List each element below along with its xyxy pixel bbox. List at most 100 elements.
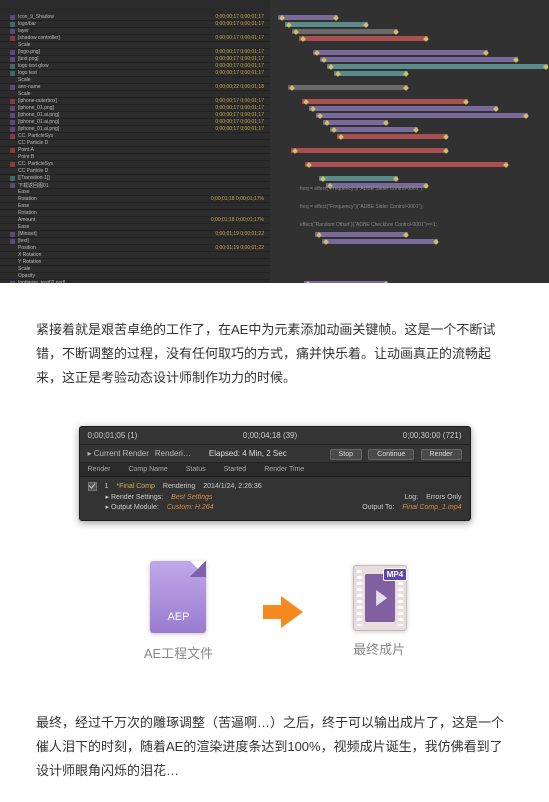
- mp4-file-icon: MP4: [353, 565, 405, 629]
- col-comp: Comp Name: [128, 466, 167, 473]
- layer-bar: [285, 22, 368, 27]
- expression-text: freq = effect("Frequency")("ADBE Slider …: [300, 186, 423, 192]
- layer-row: CC. ParticleSys: [0, 161, 270, 168]
- layer-bar: [315, 232, 408, 237]
- layer-row: CC Particle D: [0, 140, 270, 147]
- layer-row: Ease: [0, 203, 270, 210]
- layer-bar: [304, 281, 388, 283]
- layer-row: Y Rotation: [0, 259, 270, 266]
- layer-bar: [334, 71, 408, 76]
- render-status: Rendering: [163, 483, 195, 490]
- col-started: Started: [224, 466, 247, 473]
- layer-row: Point A: [0, 147, 270, 154]
- layer-row: CC Particle D: [0, 168, 270, 175]
- layer-row: Rotation: [0, 210, 270, 217]
- output-to-value[interactable]: Final Comp_1.mp4: [402, 504, 461, 511]
- layer-row: Position0;00;01;19 0;00;01;22: [0, 245, 270, 252]
- layer-row: Scale: [0, 77, 270, 84]
- render-time-current: 0;00;04;18 (39): [243, 431, 297, 440]
- layer-row: Ease: [0, 189, 270, 196]
- layer-bar: [323, 120, 388, 125]
- timeline-graph-panel: freq = effect("Frequency")("ADBE Slider …: [270, 0, 549, 283]
- expression-text: effect("Random Offset")("ADBE Checkbox C…: [300, 222, 437, 228]
- elapsed-label: Elapsed: 4 Min, 2 Sec: [209, 449, 287, 458]
- layer-row: [text]: [0, 238, 270, 245]
- layer-row: [logo.png]0;00;00;17 0;00;01;17: [0, 49, 270, 56]
- layer-bar: [288, 85, 408, 90]
- layer-row: Opacity: [0, 273, 270, 280]
- layer-bar: [320, 57, 518, 62]
- layer-bar: [309, 106, 498, 111]
- layer-row: layer: [0, 28, 270, 35]
- aep-file-icon: AEP: [150, 561, 206, 633]
- rendering-label: Renderi…: [155, 449, 191, 458]
- layer-row: Scale: [0, 266, 270, 273]
- expression-text: freq = effect("Frequency")("ADBE Slider …: [300, 204, 423, 210]
- layer-row: logo text glow0;00;00;17 0;00;01;17: [0, 63, 270, 70]
- layer-row: [iphone_01.png]0;00;00;17 0;00;01;17: [0, 105, 270, 112]
- layer-bar: [327, 64, 548, 69]
- aep-file-label: AE工程文件: [144, 643, 213, 662]
- timeline-layer-panel: Icon_9_Shadow0;00;00;17 0;00;01;17logo/b…: [0, 0, 271, 283]
- col-status: Status: [186, 466, 206, 473]
- render-status-row: ▸ Current Render Renderi… Elapsed: 4 Min…: [80, 445, 470, 463]
- article-paragraph-2: 最终，经过千万次的雕琢调整（苦逼啊…）之后，终于可以输出成片了，这是一个催人泪下…: [0, 675, 549, 789]
- render-settings-label: ▸ Render Settings:: [106, 493, 164, 501]
- render-checkbox-icon[interactable]: [88, 482, 97, 491]
- aep-file-col: AEP AE工程文件: [144, 561, 213, 662]
- render-queue-header: Render Comp Name Status Started Render T…: [80, 463, 470, 477]
- file-conversion-row: AEP AE工程文件 MP4 最终成片: [0, 561, 549, 662]
- article-paragraph-1: 紧接着就是艰苦卓绝的工作了，在AE中为元素添加动画关键帧。这是一个不断试错，不断…: [0, 296, 549, 396]
- layer-bar: [299, 36, 428, 41]
- layer-bar: [302, 99, 468, 104]
- layer-row: X Rotation: [0, 252, 270, 259]
- render-time-start: 0;00;01;05 (1): [88, 431, 138, 440]
- layer-row: [iphone_01.ai.png]0;00;00;17 0;00;01;17: [0, 126, 270, 133]
- log-label: Log:: [404, 494, 418, 501]
- mp4-file-col: MP4 最终成片: [353, 565, 405, 658]
- layer-bar: [292, 29, 398, 34]
- layer-bar: [337, 134, 448, 139]
- layer-row: [iphone-outerbox]0;00;00;17 0;00;01;17: [0, 98, 270, 105]
- render-settings-value[interactable]: Best Settings: [171, 494, 212, 501]
- output-module-label: ▸ Output Module:: [106, 503, 159, 511]
- layer-row: [iphone_01.ai.png]0;00;00;17 0;00;01;17: [0, 112, 270, 119]
- arrow-right-icon: [261, 594, 305, 630]
- render-queue-body: 1 *Final Comp Rendering 2014/1/24, 2:26:…: [80, 477, 470, 520]
- layer-bar: [313, 50, 488, 55]
- layer-row: Icon_9_Shadow0;00;00;17 0;00;01;17: [0, 14, 270, 21]
- ae-render-queue-screenshot: 0;00;01;05 (1) 0;00;04;18 (39) 0;00;30;0…: [79, 426, 471, 521]
- continue-button[interactable]: Continue: [368, 449, 414, 460]
- layer-row: Ease: [0, 224, 270, 231]
- col-render: Render: [88, 466, 111, 473]
- aep-badge-text: AEP: [150, 611, 206, 623]
- layer-row: [text.png]0;00;00;17 0;00;01;17: [0, 56, 270, 63]
- layer-row: [Miniset]0;00;01;19 0;00;01;22: [0, 231, 270, 238]
- layer-row: logo text0;00;00;17 0;00;01;17: [0, 70, 270, 77]
- layer-bar: [330, 127, 418, 132]
- layer-row: [optimize_text02.psd]: [0, 280, 270, 283]
- render-time-end: 0;00;30;00 (721): [403, 431, 462, 440]
- layer-row: [iphone_01.ai.png]0;00;00;17 0;00;01;17: [0, 119, 270, 126]
- mp4-tag-text: MP4: [383, 568, 407, 581]
- layer-row: 下载返回图01: [0, 182, 270, 189]
- layer-bar: [322, 239, 438, 244]
- mp4-file-label: 最终成片: [353, 639, 405, 658]
- layer-row: logo/bar0;00;00;17 0;00;01;17: [0, 21, 270, 28]
- layer-row: [shadow controller]0;00;00;17 0;00;01;17: [0, 35, 270, 42]
- render-index: 1: [105, 483, 109, 490]
- log-value[interactable]: Errors Only: [426, 494, 461, 501]
- output-module-value[interactable]: Custom: H.264: [167, 504, 214, 511]
- render-time-ruler: 0;00;01;05 (1) 0;00;04;18 (39) 0;00;30;0…: [80, 427, 470, 445]
- layer-bar: [278, 15, 338, 20]
- render-item-row: 1 *Final Comp Rendering 2014/1/24, 2:26:…: [88, 481, 462, 492]
- render-button[interactable]: Render: [421, 449, 462, 460]
- layer-row: Scale: [0, 42, 270, 49]
- comp-name: *Final Comp: [116, 483, 155, 490]
- col-rtime: Render Time: [264, 466, 304, 473]
- layer-row: Rotation0;00;01;18 0;00;01;17%: [0, 196, 270, 203]
- current-render-label: ▸ Current Render: [88, 449, 149, 458]
- layer-row: [[Transition-1]]: [0, 175, 270, 182]
- stop-button[interactable]: Stop: [330, 449, 362, 460]
- layer-row: Point B: [0, 154, 270, 161]
